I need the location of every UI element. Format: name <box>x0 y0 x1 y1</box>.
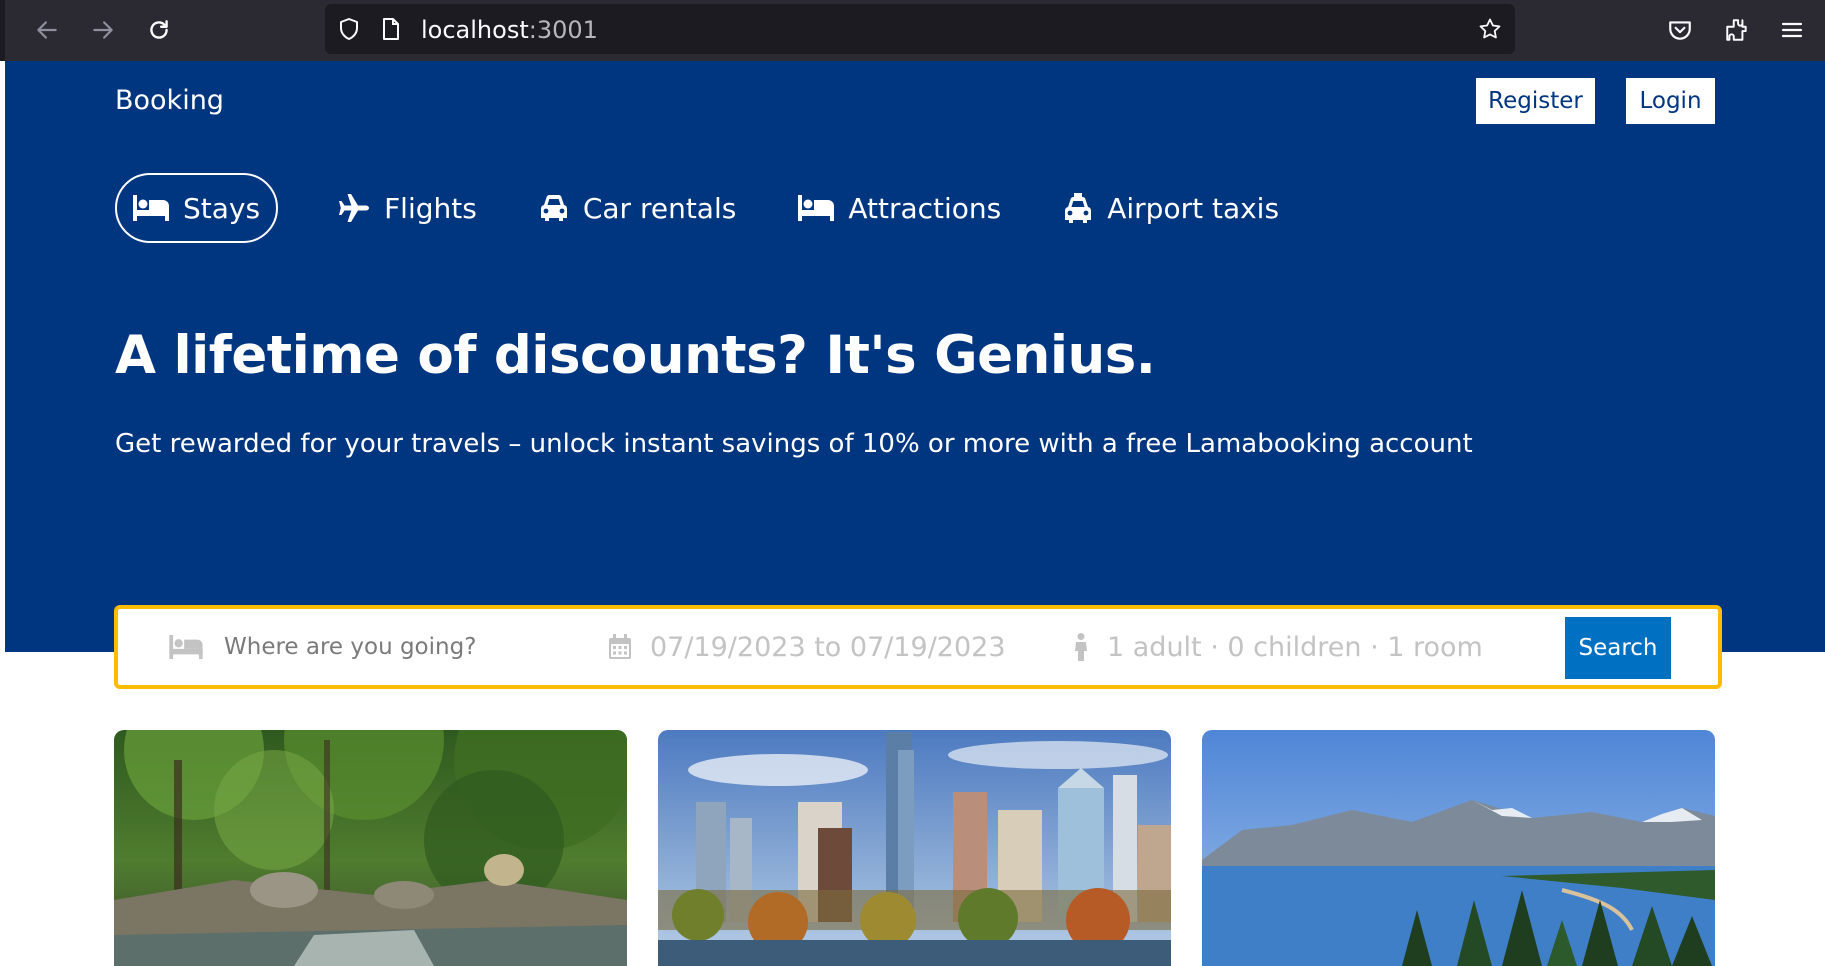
browser-toolbar: localhost:3001 <box>0 0 1825 61</box>
login-button[interactable]: Login <box>1626 78 1715 124</box>
date-range-text: 07/19/2023 to 07/19/2023 <box>650 631 1006 663</box>
address-bar[interactable]: localhost:3001 <box>325 4 1515 54</box>
calendar-icon <box>608 634 632 660</box>
person-icon <box>1073 633 1089 661</box>
menu-icon[interactable] <box>1775 13 1809 47</box>
brand-logo[interactable]: Booking <box>115 85 224 116</box>
url-host: localhost <box>421 16 529 44</box>
nav-item-car-rentals[interactable]: Car rentals <box>539 173 737 243</box>
car-icon <box>539 195 569 221</box>
category-nav: Stays Flights Car rentals Attractions Ai… <box>115 173 1341 243</box>
nav-item-label: Stays <box>183 191 261 225</box>
hero-description: Get rewarded for your travels – unlock i… <box>115 429 1473 459</box>
arrow-right-icon <box>93 21 113 39</box>
extensions-icon[interactable] <box>1720 13 1754 47</box>
shield-icon[interactable] <box>337 17 361 41</box>
plane-icon <box>338 193 370 223</box>
hero-header: Booking Register Login Stays Flights Car… <box>5 61 1825 652</box>
arrow-left-icon <box>37 21 57 39</box>
bookmark-star-icon[interactable] <box>1478 17 1502 41</box>
destination-input[interactable] <box>222 633 526 661</box>
destination-field[interactable] <box>168 609 526 685</box>
featured-card-lake[interactable] <box>1202 730 1715 966</box>
bed-icon <box>798 195 835 221</box>
register-button[interactable]: Register <box>1476 78 1595 124</box>
page-icon <box>379 17 403 41</box>
nav-item-airport-taxis[interactable]: Airport taxis <box>1063 173 1279 243</box>
back-button[interactable] <box>30 13 64 47</box>
pocket-icon[interactable] <box>1663 13 1697 47</box>
search-bar: 07/19/2023 to 07/19/2023 1 adult · 0 chi… <box>114 605 1722 689</box>
forward-button[interactable] <box>86 13 120 47</box>
featured-card-forest[interactable] <box>114 730 627 966</box>
nav-item-attractions[interactable]: Attractions <box>798 173 1001 243</box>
search-button[interactable]: Search <box>1565 617 1671 679</box>
city-skyline-image <box>658 730 1171 966</box>
forest-stream-image <box>114 730 627 966</box>
nav-item-stays[interactable]: Stays <box>115 173 279 243</box>
guests-text: 1 adult · 0 children · 1 room <box>1107 631 1483 663</box>
guests-field[interactable]: 1 adult · 0 children · 1 room <box>1073 609 1483 685</box>
nav-item-label: Attractions <box>848 191 1002 225</box>
featured-card-city[interactable] <box>658 730 1171 966</box>
hero-title: A lifetime of discounts? It's Genius. <box>115 325 1156 386</box>
reload-icon <box>150 20 168 39</box>
nav-item-label: Flights <box>384 191 477 225</box>
url-port: :3001 <box>528 16 598 44</box>
bed-icon <box>168 635 204 659</box>
bed-icon <box>133 195 169 221</box>
nav-item-label: Car rentals <box>582 191 737 225</box>
taxi-icon <box>1063 193 1093 223</box>
date-field[interactable]: 07/19/2023 to 07/19/2023 <box>608 609 1006 685</box>
mountain-lake-image <box>1202 730 1715 966</box>
url-text[interactable]: localhost:3001 <box>421 16 598 44</box>
nav-item-label: Airport taxis <box>1107 191 1280 225</box>
reload-button[interactable] <box>142 13 176 47</box>
nav-item-flights[interactable]: Flights <box>338 173 477 243</box>
